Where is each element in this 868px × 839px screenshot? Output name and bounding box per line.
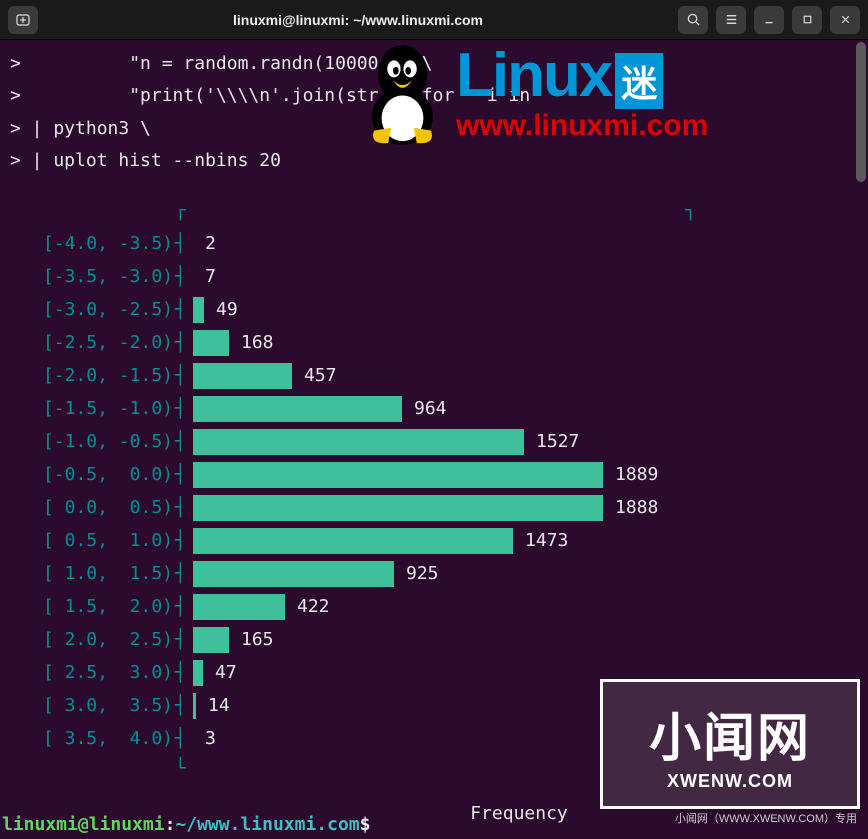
bin-label: [ 3.0, 3.5) [10, 690, 175, 722]
hist-row: [-3.0, -2.5)┤49 [10, 294, 858, 327]
logo-text: Linux [456, 48, 611, 104]
hist-row: [-1.5, -1.0)┤964 [10, 393, 858, 426]
maximize-button[interactable] [792, 6, 822, 34]
bin-label: [ 2.0, 2.5) [10, 624, 175, 656]
bin-value: 1527 [536, 426, 579, 458]
bin-value: 1889 [615, 459, 658, 491]
menu-button[interactable] [716, 6, 746, 34]
bin-label: [-1.5, -1.0) [10, 393, 175, 425]
prompt-host: linuxmi [89, 814, 165, 835]
watermark: 小闻网 XWENW.COM 小闻网（WWW.XWENW.COM）专用 [600, 679, 860, 809]
hist-row: [-2.5, -2.0)┤168 [10, 327, 858, 360]
bin-value: 964 [414, 393, 447, 425]
bin-label: [-2.5, -2.0) [10, 327, 175, 359]
bin-label: [-1.0, -0.5) [10, 426, 175, 458]
bin-label: [-3.0, -2.5) [10, 294, 175, 326]
hist-row: [ 1.0, 1.5)┤925 [10, 558, 858, 591]
watermark-cn: 小闻网 [649, 696, 811, 771]
hist-bar [193, 429, 524, 455]
hist-row: [-2.0, -1.5)┤457 [10, 360, 858, 393]
hist-bar [193, 396, 402, 422]
hist-bar [193, 594, 285, 620]
search-button[interactable] [678, 6, 708, 34]
bin-value: 14 [208, 690, 230, 722]
bin-value: 925 [406, 558, 439, 590]
bin-value: 7 [205, 261, 216, 293]
hist-row: [ 0.0, 0.5)┤1888 [10, 492, 858, 525]
linuxmi-logo: Linux 迷 www.linuxmi.com [355, 40, 708, 150]
bin-value: 2 [205, 228, 216, 260]
axis-tick: ┐ [685, 200, 696, 221]
bin-value: 457 [304, 360, 337, 392]
hist-row: [ 1.5, 2.0)┤422 [10, 591, 858, 624]
prompt-user: linuxmi [2, 814, 78, 835]
bin-value: 49 [216, 294, 238, 326]
hist-bar [193, 462, 603, 488]
bin-label: [ 0.0, 0.5) [10, 492, 175, 524]
bin-label: [-0.5, 0.0) [10, 459, 175, 491]
hist-bar [193, 660, 203, 686]
bin-label: [-2.0, -1.5) [10, 360, 175, 392]
watermark-en: XWENW.COM [667, 771, 793, 792]
hist-bar [193, 561, 394, 587]
hist-row: [-1.0, -0.5)┤1527 [10, 426, 858, 459]
logo-mi: 迷 [615, 53, 663, 109]
hist-bar [193, 528, 513, 554]
bin-value: 47 [215, 657, 237, 689]
hist-row: [-0.5, 0.0)┤1889 [10, 459, 858, 492]
close-button[interactable] [830, 6, 860, 34]
minimize-button[interactable] [754, 6, 784, 34]
hist-row: [ 0.5, 1.0)┤1473 [10, 525, 858, 558]
code-line: > | uplot hist --nbins 20 [10, 145, 858, 177]
bin-value: 1473 [525, 525, 568, 557]
hist-bar [193, 627, 229, 653]
hist-row: [-4.0, -3.5)┤2 [10, 228, 858, 261]
hist-row: [-3.5, -3.0)┤7 [10, 261, 858, 294]
new-tab-button[interactable] [8, 6, 38, 34]
tux-icon [355, 40, 450, 150]
hist-bar [193, 330, 229, 356]
hist-bar [193, 495, 603, 521]
hist-row: [ 2.0, 2.5)┤165 [10, 624, 858, 657]
bin-value: 1888 [615, 492, 658, 524]
hist-bar [193, 363, 292, 389]
bin-label: [ 1.5, 2.0) [10, 591, 175, 623]
bin-label: [ 2.5, 3.0) [10, 657, 175, 689]
hist-bar [193, 693, 196, 719]
hist-bar [193, 297, 204, 323]
bin-label: [-4.0, -3.5) [10, 228, 175, 260]
bin-label: [ 1.0, 1.5) [10, 558, 175, 590]
window-title: linuxmi@linuxmi: ~/www.linuxmi.com [46, 12, 670, 28]
prompt[interactable]: linuxmi@linuxmi:~/www.linuxmi.com$ [2, 814, 370, 835]
prompt-path: ~/www.linuxmi.com [175, 814, 359, 835]
bin-label: [-3.5, -3.0) [10, 261, 175, 293]
logo-url: www.linuxmi.com [456, 109, 708, 143]
bin-value: 422 [297, 591, 330, 623]
bin-value: 168 [241, 327, 274, 359]
bin-label: [ 3.5, 4.0) [10, 723, 175, 755]
bin-value: 3 [205, 723, 216, 755]
watermark-sub: 小闻网（WWW.XWENW.COM）专用 [675, 810, 857, 826]
bin-label: [ 0.5, 1.0) [10, 525, 175, 557]
titlebar: linuxmi@linuxmi: ~/www.linuxmi.com [0, 0, 868, 40]
bin-value: 165 [241, 624, 274, 656]
